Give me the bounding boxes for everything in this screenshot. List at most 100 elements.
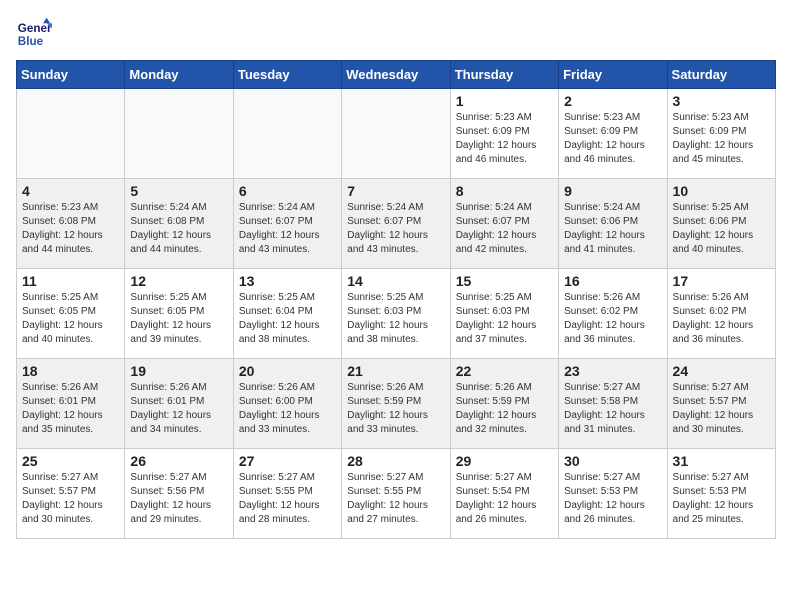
day-number: 14	[347, 273, 444, 289]
day-info: Sunrise: 5:27 AM Sunset: 5:57 PM Dayligh…	[22, 471, 119, 527]
day-info: Sunrise: 5:27 AM Sunset: 5:53 PM Dayligh…	[673, 471, 770, 527]
day-info: Sunrise: 5:27 AM Sunset: 5:55 PM Dayligh…	[239, 471, 336, 527]
day-number: 4	[22, 183, 119, 199]
day-number: 25	[22, 453, 119, 469]
day-cell: 17 Sunrise: 5:26 AM Sunset: 6:02 PM Dayli…	[667, 269, 775, 359]
day-cell: 18Sunrise: 5:26 AM Sunset: 6:01 PM Dayli…	[17, 359, 125, 449]
week-row-3: 11 Sunrise: 5:25 AM Sunset: 6:05 PM Dayli…	[17, 269, 776, 359]
day-info: Sunrise: 5:27 AM Sunset: 5:56 PM Dayligh…	[130, 471, 227, 527]
day-info: Sunrise: 5:27 AM Sunset: 5:55 PM Dayligh…	[347, 471, 444, 527]
header-saturday: Saturday	[667, 61, 775, 89]
day-info: Sunrise: 5:24 AM Sunset: 6:07 PM Dayligh…	[239, 201, 336, 257]
day-cell: 29 Sunrise: 5:27 AM Sunset: 5:54 PM Dayli…	[450, 449, 558, 539]
day-cell: 24 Sunrise: 5:27 AM Sunset: 5:57 PM Dayli…	[667, 359, 775, 449]
day-info: Sunrise: 5:26 AM Sunset: 6:01 PM Dayligh…	[130, 381, 227, 437]
day-number: 5	[130, 183, 227, 199]
svg-text:General: General	[18, 22, 52, 35]
day-number: 30	[564, 453, 661, 469]
day-number: 21	[347, 363, 444, 379]
day-info: Sunrise: 5:23 AM Sunset: 6:08 PM Dayligh…	[22, 201, 119, 257]
day-number: 31	[673, 453, 770, 469]
day-cell: 14 Sunrise: 5:25 AM Sunset: 6:03 PM Dayli…	[342, 269, 450, 359]
day-cell	[233, 89, 341, 179]
day-info: Sunrise: 5:27 AM Sunset: 5:57 PM Dayligh…	[673, 381, 770, 437]
day-cell: 11 Sunrise: 5:25 AM Sunset: 6:05 PM Dayli…	[17, 269, 125, 359]
day-cell	[17, 89, 125, 179]
header-monday: Monday	[125, 61, 233, 89]
day-cell: 19 Sunrise: 5:26 AM Sunset: 6:01 PM Dayli…	[125, 359, 233, 449]
day-number: 19	[130, 363, 227, 379]
day-info: Sunrise: 5:26 AM Sunset: 5:59 PM Dayligh…	[347, 381, 444, 437]
day-info: Sunrise: 5:24 AM Sunset: 6:07 PM Dayligh…	[347, 201, 444, 257]
day-number: 9	[564, 183, 661, 199]
logo-icon: General Blue	[16, 16, 52, 52]
day-info: Sunrise: 5:27 AM Sunset: 5:54 PM Dayligh…	[456, 471, 553, 527]
svg-text:Blue: Blue	[18, 35, 44, 48]
day-cell: 16 Sunrise: 5:26 AM Sunset: 6:02 PM Dayli…	[559, 269, 667, 359]
day-cell: 30 Sunrise: 5:27 AM Sunset: 5:53 PM Dayli…	[559, 449, 667, 539]
day-number: 17	[673, 273, 770, 289]
day-number: 3	[673, 93, 770, 109]
day-cell: 23Sunrise: 5:27 AM Sunset: 5:58 PM Dayli…	[559, 359, 667, 449]
week-row-2: 4 Sunrise: 5:23 AM Sunset: 6:08 PM Daylig…	[17, 179, 776, 269]
day-number: 8	[456, 183, 553, 199]
day-cell: 2Sunrise: 5:23 AM Sunset: 6:09 PM Daylig…	[559, 89, 667, 179]
week-row-4: 18Sunrise: 5:26 AM Sunset: 6:01 PM Dayli…	[17, 359, 776, 449]
day-number: 24	[673, 363, 770, 379]
header-thursday: Thursday	[450, 61, 558, 89]
day-cell: 3 Sunrise: 5:23 AM Sunset: 6:09 PM Daylig…	[667, 89, 775, 179]
day-info: Sunrise: 5:26 AM Sunset: 5:59 PM Dayligh…	[456, 381, 553, 437]
day-number: 1	[456, 93, 553, 109]
day-cell: 7Sunrise: 5:24 AM Sunset: 6:07 PM Daylig…	[342, 179, 450, 269]
day-cell: 9 Sunrise: 5:24 AM Sunset: 6:06 PM Daylig…	[559, 179, 667, 269]
header: General Blue	[16, 16, 776, 52]
day-info: Sunrise: 5:25 AM Sunset: 6:05 PM Dayligh…	[22, 291, 119, 347]
day-info: Sunrise: 5:27 AM Sunset: 5:53 PM Dayligh…	[564, 471, 661, 527]
day-info: Sunrise: 5:26 AM Sunset: 6:00 PM Dayligh…	[239, 381, 336, 437]
header-sunday: Sunday	[17, 61, 125, 89]
day-number: 6	[239, 183, 336, 199]
day-number: 16	[564, 273, 661, 289]
day-number: 26	[130, 453, 227, 469]
day-cell	[342, 89, 450, 179]
day-number: 11	[22, 273, 119, 289]
day-cell: 15 Sunrise: 5:25 AM Sunset: 6:03 PM Dayli…	[450, 269, 558, 359]
day-number: 2	[564, 93, 661, 109]
week-row-1: 1 Sunrise: 5:23 AM Sunset: 6:09 PM Daylig…	[17, 89, 776, 179]
day-number: 27	[239, 453, 336, 469]
day-number: 12	[130, 273, 227, 289]
week-row-5: 25 Sunrise: 5:27 AM Sunset: 5:57 PM Dayli…	[17, 449, 776, 539]
day-info: Sunrise: 5:23 AM Sunset: 6:09 PM Dayligh…	[673, 111, 770, 167]
day-cell: 27 Sunrise: 5:27 AM Sunset: 5:55 PM Dayli…	[233, 449, 341, 539]
day-cell: 31 Sunrise: 5:27 AM Sunset: 5:53 PM Dayli…	[667, 449, 775, 539]
day-info: Sunrise: 5:26 AM Sunset: 6:02 PM Dayligh…	[673, 291, 770, 347]
day-cell	[125, 89, 233, 179]
day-number: 28	[347, 453, 444, 469]
day-info: Sunrise: 5:26 AM Sunset: 6:01 PM Dayligh…	[22, 381, 119, 437]
day-number: 13	[239, 273, 336, 289]
day-cell: 4 Sunrise: 5:23 AM Sunset: 6:08 PM Daylig…	[17, 179, 125, 269]
day-number: 15	[456, 273, 553, 289]
day-info: Sunrise: 5:24 AM Sunset: 6:08 PM Dayligh…	[130, 201, 227, 257]
logo: General Blue	[16, 16, 56, 52]
day-number: 29	[456, 453, 553, 469]
day-info: Sunrise: 5:25 AM Sunset: 6:03 PM Dayligh…	[456, 291, 553, 347]
day-info: Sunrise: 5:24 AM Sunset: 6:06 PM Dayligh…	[564, 201, 661, 257]
day-info: Sunrise: 5:26 AM Sunset: 6:02 PM Dayligh…	[564, 291, 661, 347]
day-info: Sunrise: 5:24 AM Sunset: 6:07 PM Dayligh…	[456, 201, 553, 257]
day-cell: 28 Sunrise: 5:27 AM Sunset: 5:55 PM Dayli…	[342, 449, 450, 539]
day-cell: 8 Sunrise: 5:24 AM Sunset: 6:07 PM Daylig…	[450, 179, 558, 269]
day-number: 20	[239, 363, 336, 379]
day-cell: 5 Sunrise: 5:24 AM Sunset: 6:08 PM Daylig…	[125, 179, 233, 269]
day-cell: 6 Sunrise: 5:24 AM Sunset: 6:07 PM Daylig…	[233, 179, 341, 269]
day-info: Sunrise: 5:25 AM Sunset: 6:06 PM Dayligh…	[673, 201, 770, 257]
day-info: Sunrise: 5:25 AM Sunset: 6:03 PM Dayligh…	[347, 291, 444, 347]
header-tuesday: Tuesday	[233, 61, 341, 89]
day-info: Sunrise: 5:27 AM Sunset: 5:58 PM Dayligh…	[564, 381, 661, 437]
header-friday: Friday	[559, 61, 667, 89]
day-cell: 25 Sunrise: 5:27 AM Sunset: 5:57 PM Dayli…	[17, 449, 125, 539]
calendar-header-row: SundayMondayTuesdayWednesdayThursdayFrid…	[17, 61, 776, 89]
day-info: Sunrise: 5:25 AM Sunset: 6:05 PM Dayligh…	[130, 291, 227, 347]
day-number: 22	[456, 363, 553, 379]
day-cell: 21 Sunrise: 5:26 AM Sunset: 5:59 PM Dayli…	[342, 359, 450, 449]
